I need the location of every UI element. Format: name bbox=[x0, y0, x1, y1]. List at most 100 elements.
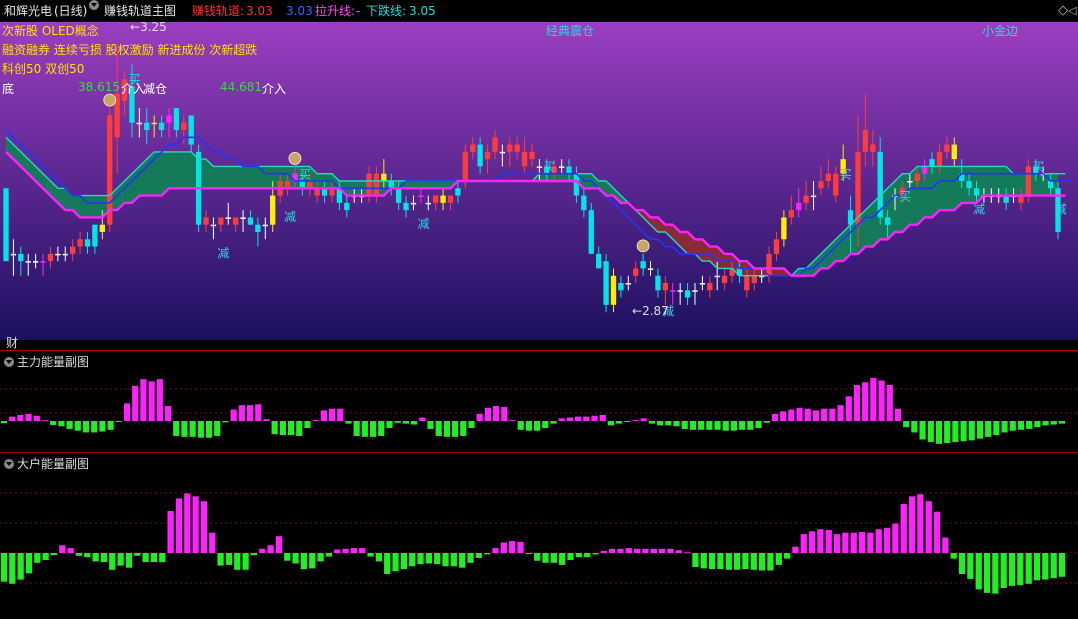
main-force-energy-chart[interactable] bbox=[0, 351, 1078, 451]
energy-bar bbox=[250, 553, 258, 556]
energy-bar bbox=[159, 553, 166, 563]
energy-bar bbox=[279, 421, 286, 436]
collapse-icon[interactable]: ◁ bbox=[1068, 0, 1076, 22]
main-chart[interactable]: 买买买买买买减减减减减减 次新股 OLED概念 融资融券 连续亏损 股权激励 新… bbox=[0, 20, 1078, 351]
candle-body bbox=[907, 181, 913, 183]
energy-bar bbox=[1050, 421, 1057, 425]
energy-bar bbox=[692, 553, 699, 567]
candle-body bbox=[662, 283, 669, 291]
finance-label[interactable]: 财 bbox=[6, 334, 18, 351]
entry-value-2: 44.681 bbox=[220, 80, 262, 94]
main-chart-canvas[interactable]: 买买买买买买减减减减减减 bbox=[0, 22, 1078, 348]
main-force-energy-title-text: 主力能量副图 bbox=[17, 355, 90, 369]
energy-bar bbox=[50, 421, 57, 425]
energy-bar bbox=[681, 421, 688, 429]
energy-bar bbox=[263, 419, 270, 421]
indicator-name[interactable]: 赚钱轨道主图 bbox=[104, 0, 176, 22]
energy-bar bbox=[1058, 553, 1066, 577]
energy-bar bbox=[230, 409, 237, 421]
big-holder-energy-chart[interactable] bbox=[0, 453, 1078, 615]
energy-bar bbox=[217, 553, 224, 566]
candle-body bbox=[210, 224, 217, 227]
energy-bar bbox=[1017, 553, 1024, 586]
energy-bar bbox=[908, 496, 916, 553]
fall-line-label: 下跌线: bbox=[366, 4, 407, 18]
candle-body bbox=[403, 202, 409, 211]
diamond-icon[interactable]: ◇ bbox=[1058, 0, 1068, 22]
band-segment bbox=[946, 166, 955, 211]
reduce-signal-label: 减 bbox=[973, 203, 985, 217]
band-segment bbox=[264, 166, 274, 189]
energy-bar bbox=[833, 534, 841, 553]
candle-body bbox=[573, 173, 580, 196]
energy-bar bbox=[788, 409, 795, 421]
energy-bar bbox=[675, 550, 682, 553]
energy-bar bbox=[419, 417, 426, 421]
band-segment bbox=[168, 151, 177, 189]
energy-bar bbox=[375, 553, 383, 562]
entry-value-1: 38.615 bbox=[78, 80, 120, 94]
band-segment bbox=[94, 195, 103, 218]
energy-bar bbox=[0, 553, 8, 582]
candle-body bbox=[410, 202, 417, 205]
main-force-energy-title[interactable]: 主力能量副图 bbox=[4, 353, 89, 370]
dropdown-icon[interactable] bbox=[4, 459, 14, 469]
band-segment bbox=[991, 166, 1000, 196]
energy-bar bbox=[985, 421, 992, 437]
energy-bar bbox=[739, 421, 746, 430]
energy-bar bbox=[862, 382, 869, 421]
energy-bar bbox=[459, 553, 466, 568]
energy-bar bbox=[1042, 553, 1049, 580]
energy-bar bbox=[1008, 553, 1016, 586]
candle-body bbox=[447, 195, 454, 203]
stock-name[interactable]: 和辉光电 bbox=[4, 0, 52, 22]
candle-body bbox=[3, 188, 9, 262]
energy-bar bbox=[42, 553, 49, 560]
energy-bar bbox=[584, 553, 591, 558]
candle-body bbox=[655, 275, 661, 291]
band-segment bbox=[1035, 173, 1044, 196]
dropdown-icon[interactable] bbox=[4, 357, 14, 367]
energy-bar bbox=[200, 501, 208, 553]
energy-bar bbox=[911, 421, 918, 433]
candle-body bbox=[492, 137, 498, 152]
energy-bar bbox=[501, 406, 508, 421]
energy-bar bbox=[156, 379, 163, 421]
candle-body bbox=[381, 173, 387, 181]
energy-bar bbox=[287, 421, 295, 436]
entry-label-2: 介入 bbox=[262, 82, 287, 96]
candle-body bbox=[47, 253, 54, 262]
energy-bar bbox=[673, 421, 680, 427]
energy-bar bbox=[550, 421, 557, 424]
energy-bar bbox=[192, 496, 199, 553]
candle-body bbox=[40, 261, 46, 263]
money-bag-icon bbox=[636, 239, 650, 253]
shakeout-label: 经典震仓 bbox=[546, 24, 595, 38]
energy-bar bbox=[467, 553, 474, 563]
candle-body bbox=[484, 151, 491, 160]
candle-body bbox=[670, 290, 676, 292]
energy-bar bbox=[255, 404, 262, 421]
energy-bar bbox=[225, 553, 233, 565]
big-holder-energy-panel[interactable]: 大户能量副图 bbox=[0, 452, 1078, 615]
energy-bar bbox=[944, 421, 951, 443]
energy-bar bbox=[1001, 421, 1008, 433]
energy-bar bbox=[870, 377, 877, 421]
energy-bar bbox=[234, 553, 241, 570]
candle-body bbox=[55, 253, 61, 256]
big-holder-energy-title[interactable]: 大户能量副图 bbox=[4, 455, 89, 472]
reduce-signal-label: 减 bbox=[217, 246, 229, 260]
candle-body bbox=[966, 181, 972, 189]
energy-bar bbox=[0, 421, 8, 424]
period-label[interactable]: (日线) bbox=[54, 0, 87, 22]
main-force-energy-panel[interactable]: 主力能量副图 bbox=[0, 350, 1078, 451]
candle-body bbox=[810, 195, 817, 198]
energy-bar bbox=[875, 529, 882, 553]
energy-bar bbox=[558, 418, 565, 421]
energy-bar bbox=[517, 421, 524, 430]
candle-body bbox=[803, 195, 809, 203]
energy-bar bbox=[925, 501, 932, 553]
reduce-position-label: 减仓 bbox=[143, 82, 168, 96]
energy-bar bbox=[205, 421, 213, 438]
energy-bar bbox=[17, 553, 24, 580]
